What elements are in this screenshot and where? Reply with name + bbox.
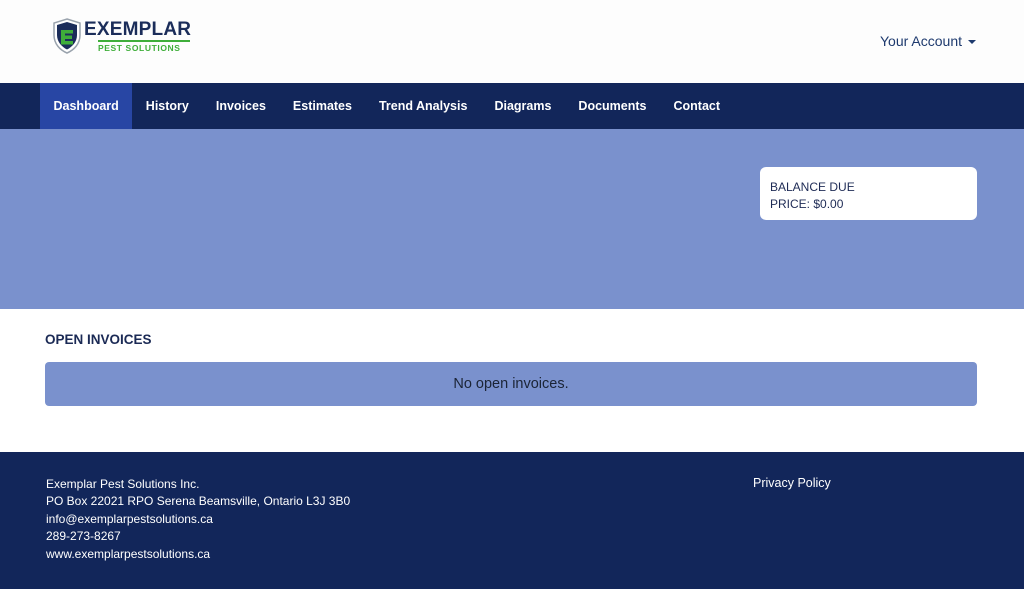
section-title: OPEN INVOICES bbox=[45, 332, 152, 347]
tab-diagrams[interactable]: Diagrams bbox=[481, 83, 565, 129]
account-label: Your Account bbox=[880, 33, 962, 49]
privacy-policy-link[interactable]: Privacy Policy bbox=[753, 476, 831, 490]
tab-dashboard[interactable]: Dashboard bbox=[40, 83, 133, 129]
tab-documents[interactable]: Documents bbox=[565, 83, 660, 129]
footer-company: Exemplar Pest Solutions Inc. bbox=[46, 477, 200, 491]
tab-history[interactable]: History bbox=[132, 83, 202, 129]
account-menu[interactable]: Your Account bbox=[880, 33, 976, 49]
footer-address: PO Box 22021 RPO Serena Beamsville, Onta… bbox=[46, 494, 351, 509]
tab-invoices[interactable]: Invoices bbox=[202, 83, 279, 129]
open-invoices-section: OPEN INVOICES No open invoices. bbox=[0, 309, 1024, 452]
footer-phone[interactable]: 289-273-8267 bbox=[46, 528, 350, 545]
logo-divider bbox=[98, 40, 190, 42]
brand-logo[interactable]: EXEMPLAR PEST SOLUTIONS bbox=[52, 18, 191, 54]
site-footer: Exemplar Pest Solutions Inc. PO Box 2202… bbox=[0, 452, 1024, 589]
tab-estimates[interactable]: Estimates bbox=[279, 83, 365, 129]
empty-invoices-notice: No open invoices. bbox=[45, 362, 977, 406]
main-nav: Dashboard History Invoices Estimates Tre… bbox=[0, 83, 1024, 129]
tab-contact[interactable]: Contact bbox=[660, 83, 734, 129]
balance-price: PRICE: $0.00 bbox=[770, 197, 844, 211]
tab-trend-analysis[interactable]: Trend Analysis bbox=[365, 83, 480, 129]
site-header: EXEMPLAR PEST SOLUTIONS Your Account bbox=[0, 0, 1024, 83]
logo-name: EXEMPLAR bbox=[84, 19, 192, 40]
footer-contact: Exemplar Pest Solutions Inc. PO Box 2202… bbox=[46, 476, 350, 563]
logo-tagline: PEST SOLUTIONS bbox=[98, 43, 181, 53]
footer-website[interactable]: www.exemplarpestsolutions.ca bbox=[46, 546, 350, 563]
chevron-down-icon bbox=[968, 39, 976, 44]
footer-email[interactable]: info@exemplarpestsolutions.ca bbox=[46, 511, 350, 528]
dashboard-hero: BALANCE DUE PRICE: $0.00 bbox=[0, 129, 1024, 309]
shield-logo-icon bbox=[53, 18, 81, 54]
balance-due-card: BALANCE DUE PRICE: $0.00 bbox=[760, 167, 977, 220]
balance-heading: BALANCE DUE bbox=[770, 180, 855, 194]
logo-wordmark: EXEMPLAR PEST SOLUTIONS bbox=[84, 19, 192, 54]
nav-list: Dashboard History Invoices Estimates Tre… bbox=[40, 83, 734, 129]
